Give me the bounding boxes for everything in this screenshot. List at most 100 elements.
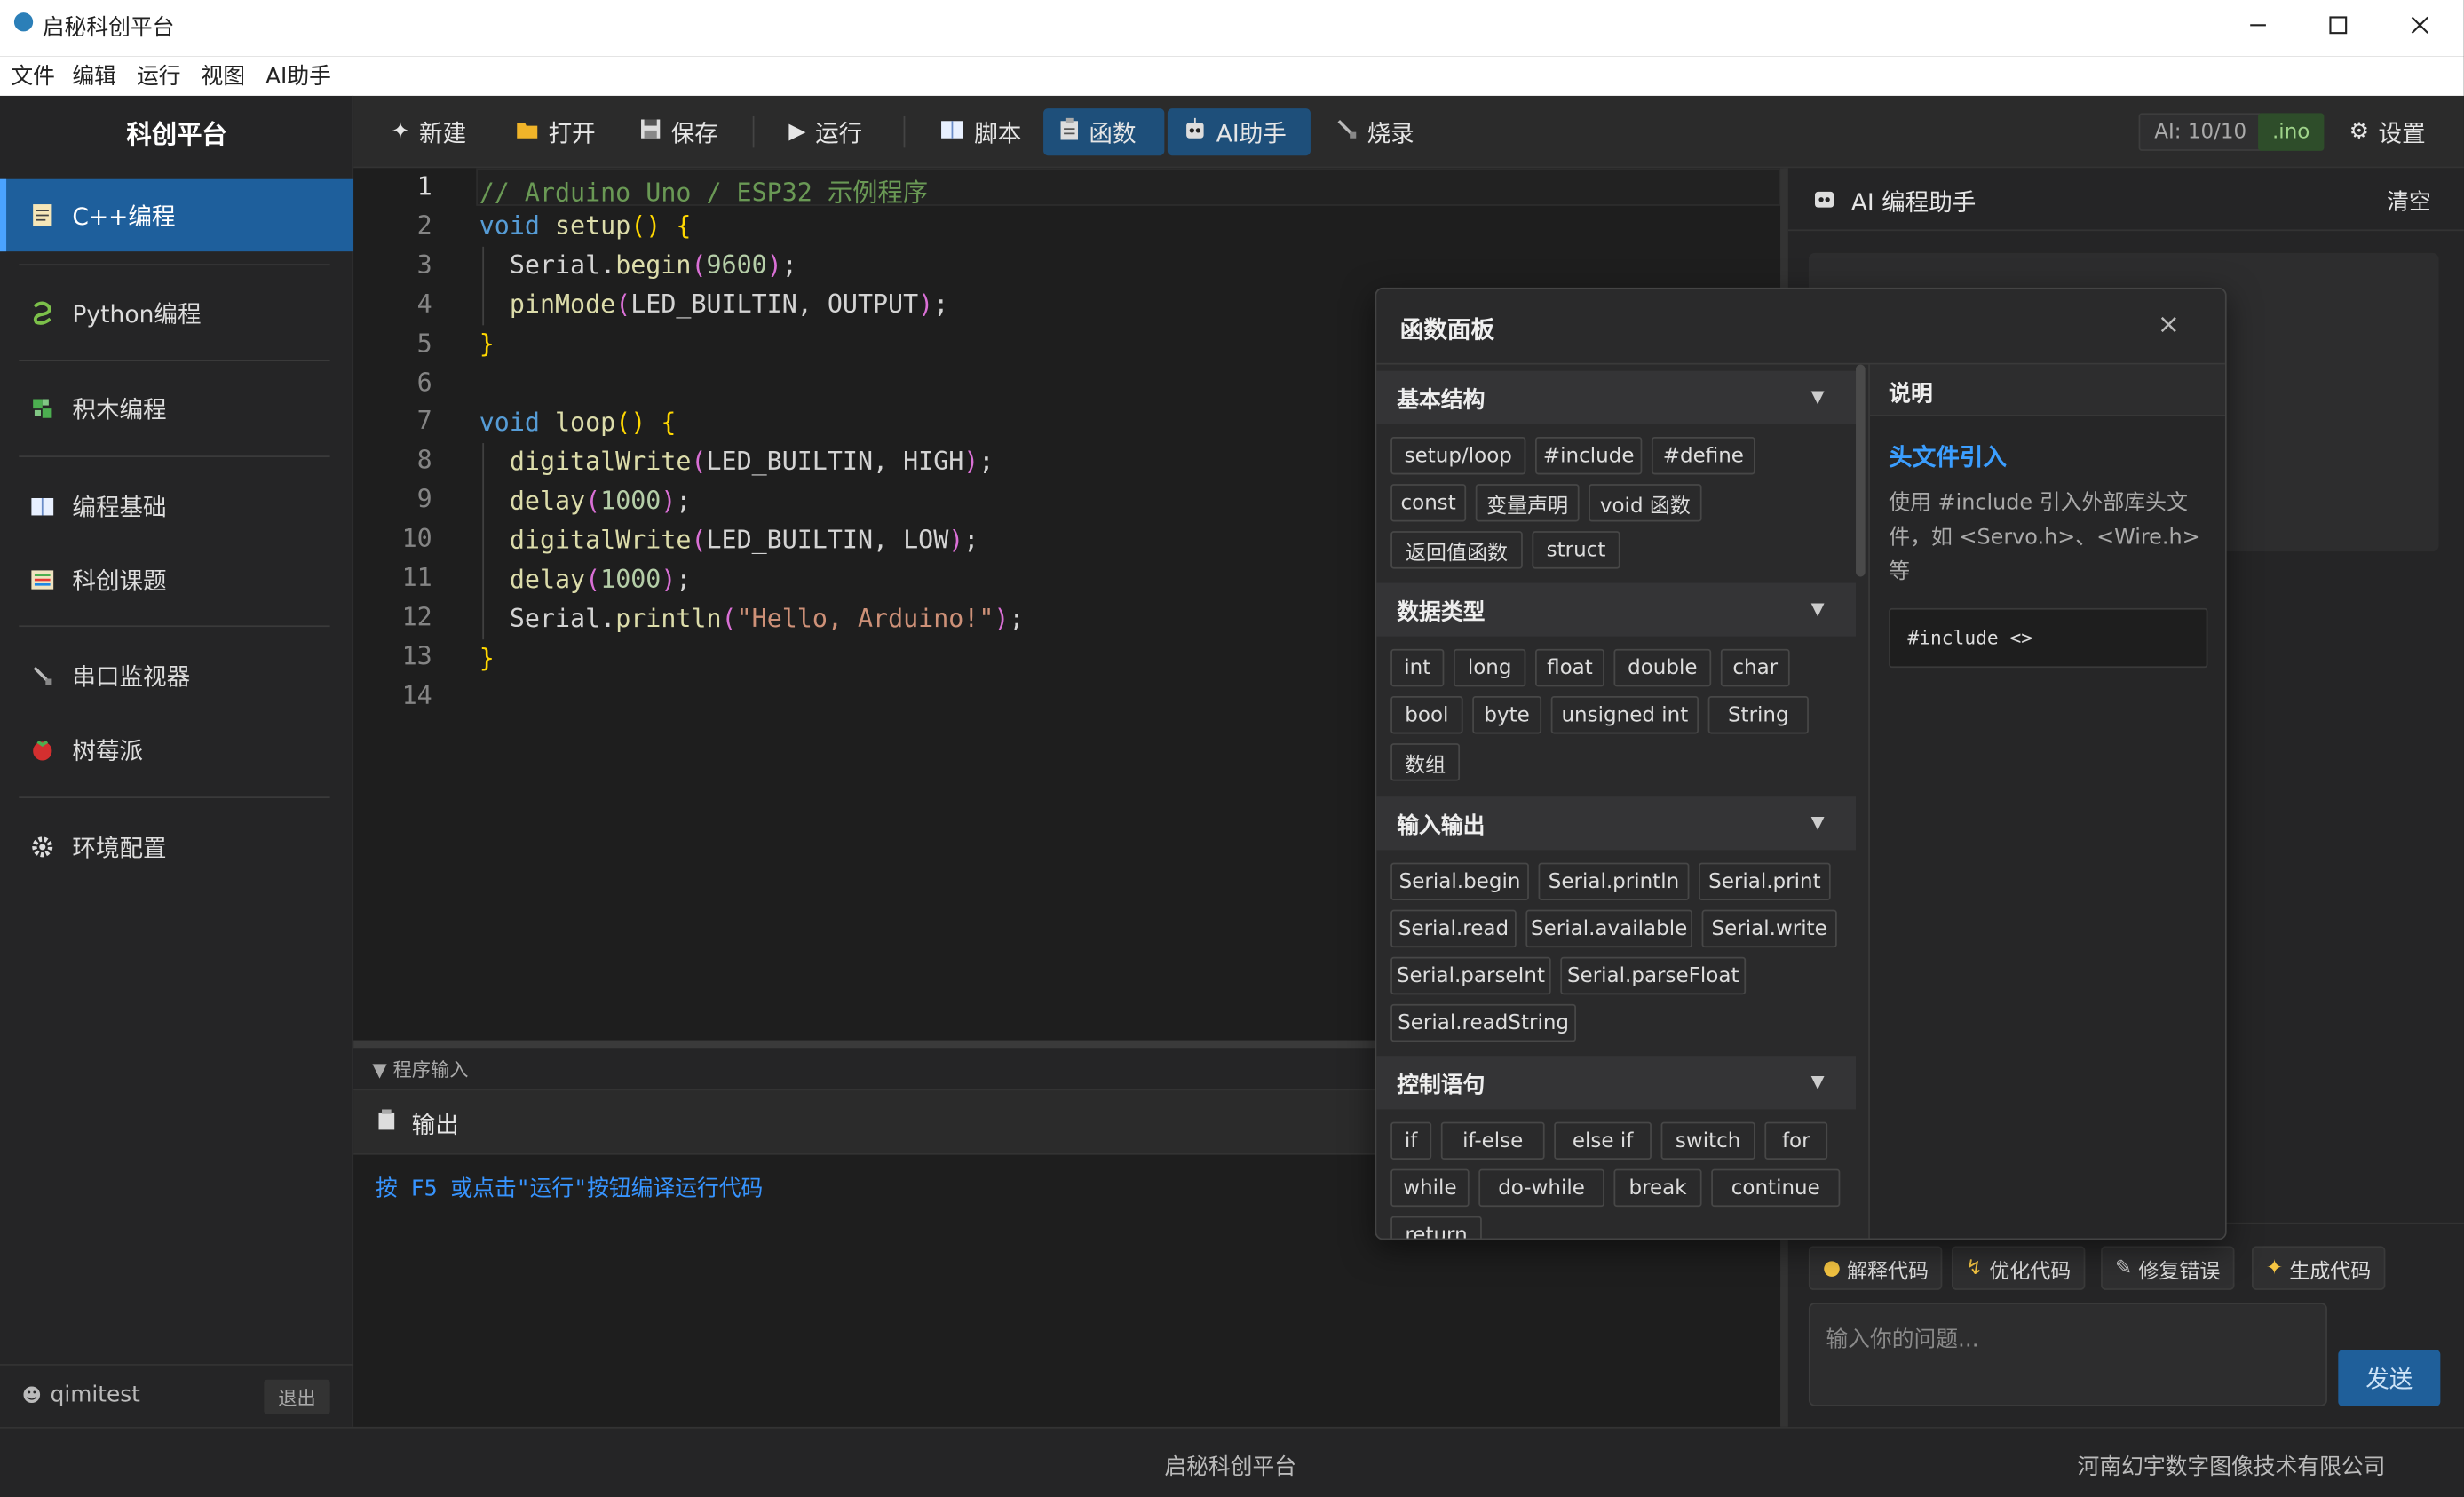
function-chip[interactable]: 变量声明 [1475, 484, 1580, 522]
optimize-code-button[interactable]: ↯ 优化代码 [1951, 1246, 2086, 1290]
script-button[interactable]: 脚本 [924, 108, 1037, 155]
app-icon [13, 12, 34, 32]
function-chip[interactable]: Serial.print [1699, 862, 1831, 901]
function-chip[interactable]: int [1390, 648, 1445, 687]
function-chip[interactable]: 返回值函数 [1390, 531, 1523, 569]
chevron-down-icon: ▼ [1810, 598, 1825, 620]
open-button[interactable]: 打开 [500, 108, 612, 155]
function-chip[interactable]: const [1390, 484, 1467, 522]
category-title: 数据类型 [1397, 600, 1486, 626]
function-chip[interactable]: long [1453, 648, 1526, 687]
send-button[interactable]: 发送 [2338, 1350, 2441, 1406]
function-chip[interactable]: else if [1554, 1121, 1652, 1160]
function-chip[interactable]: if-else [1440, 1121, 1545, 1160]
generate-code-button[interactable]: ✦ 生成代码 [2251, 1246, 2386, 1290]
sidebar-item-serial-monitor[interactable]: 串口监视器 [0, 639, 353, 711]
menu-ai[interactable]: AI助手 [265, 59, 331, 91]
username: qimitest [50, 1382, 140, 1408]
close-panel-button[interactable]: × [2158, 310, 2180, 341]
sidebar-item-label: C++编程 [72, 202, 176, 231]
function-chip[interactable]: unsigned int [1550, 695, 1699, 734]
fix-error-button[interactable]: ✎ 修复错误 [2101, 1246, 2235, 1290]
function-chip[interactable]: 数组 [1390, 743, 1461, 781]
run-button[interactable]: ▶ 运行 [773, 108, 878, 155]
sidebar-item-blocks[interactable]: 积木编程 [0, 372, 353, 444]
scrollbar-thumb[interactable] [1856, 364, 1866, 577]
burn-button[interactable]: 烧录 [1320, 108, 1430, 155]
logout-button[interactable]: 退出 [264, 1379, 330, 1414]
function-chip[interactable]: double [1613, 648, 1712, 687]
function-chip[interactable]: switch [1660, 1121, 1755, 1160]
function-chip[interactable]: break [1613, 1168, 1702, 1208]
user-bar: ☻ qimitest 退出 [0, 1364, 354, 1427]
sidebar-item-env-config[interactable]: 环境配置 [0, 811, 353, 883]
function-chip[interactable]: struct [1532, 531, 1620, 569]
sidebar-item-label: Python编程 [72, 299, 202, 328]
function-chip[interactable]: if [1390, 1121, 1432, 1160]
functions-label: 函数 [1089, 118, 1137, 147]
function-chip[interactable]: return [1390, 1216, 1482, 1239]
sidebar-item-basics[interactable]: 编程基础 [0, 470, 353, 542]
function-chip[interactable]: Serial.write [1701, 909, 1837, 948]
close-window-button[interactable] [2379, 0, 2460, 51]
function-chip[interactable]: Serial.parseInt [1390, 956, 1551, 995]
explain-code-button[interactable]: ● 解释代码 [1808, 1246, 1943, 1290]
code-example[interactable]: #include <> [1889, 607, 2208, 669]
sidebar-item-label: 科创课题 [72, 566, 167, 595]
category-header[interactable]: 输入输出 ▼ [1376, 796, 1857, 851]
minimize-button[interactable] [2217, 0, 2299, 51]
function-chip[interactable]: #include [1534, 436, 1643, 475]
category-header[interactable]: 数据类型 ▼ [1376, 582, 1857, 637]
function-chip[interactable]: Serial.read [1390, 909, 1517, 948]
sidebar-item-cpp[interactable]: C++编程 [0, 178, 354, 252]
menu-file[interactable]: 文件 [11, 59, 55, 91]
menu-view[interactable]: 视图 [202, 59, 246, 91]
function-categories: 基本结构 ▼ setup/loop #include #define const 变量声明 v… [1376, 365, 1857, 1239]
function-chip[interactable]: setup/loop [1390, 436, 1526, 475]
save-button[interactable]: 保存 [624, 108, 734, 155]
function-chip[interactable]: while [1390, 1168, 1470, 1208]
function-chip[interactable]: float [1534, 648, 1604, 687]
category-header[interactable]: 基本结构 ▼ [1376, 370, 1857, 424]
function-chip[interactable]: void 函数 [1589, 484, 1702, 522]
python-icon [28, 298, 57, 327]
new-button[interactable]: ✦ 新建 [376, 108, 482, 155]
function-chip[interactable]: do-while [1478, 1168, 1604, 1208]
function-chip[interactable]: continue [1711, 1168, 1841, 1208]
settings-button[interactable]: ⚙ 设置 [2333, 108, 2441, 155]
function-chip[interactable]: byte [1472, 695, 1542, 734]
function-chip[interactable]: Serial.begin [1390, 862, 1529, 901]
sidebar-item-topics[interactable]: 科创课题 [0, 543, 353, 615]
quick-label: 解释代码 [1847, 1259, 1929, 1283]
sidebar-item-raspberry-pi[interactable]: 树莓派 [0, 713, 353, 785]
toolbar-separator [903, 115, 906, 148]
ai-label: AI助手 [1216, 118, 1287, 147]
function-chip[interactable]: char [1720, 648, 1790, 687]
clear-button[interactable]: 清空 [2387, 186, 2431, 217]
function-chip[interactable]: Serial.parseFloat [1560, 956, 1747, 995]
sidebar-item-python[interactable]: Python编程 [0, 276, 353, 348]
function-chip[interactable]: for [1764, 1121, 1828, 1160]
function-chip[interactable]: Serial.readString [1390, 1003, 1577, 1042]
line-number: 7 [416, 406, 432, 436]
function-chip[interactable]: Serial.available [1525, 909, 1692, 948]
function-chip[interactable]: bool [1390, 695, 1463, 734]
list-icon [28, 566, 57, 594]
function-chip[interactable]: String [1707, 695, 1809, 734]
description-pane: 说明 头文件引入 使用 #include 引入外部库头文件，如 <Servo.h… [1868, 364, 2225, 1239]
maximize-button[interactable] [2297, 0, 2379, 51]
functions-button[interactable]: 函数 [1043, 108, 1165, 156]
menu-edit[interactable]: 编辑 [72, 59, 116, 91]
menu-run[interactable]: 运行 [137, 59, 181, 91]
function-chip[interactable]: Serial.println [1538, 862, 1690, 901]
ai-assistant-button[interactable]: AI助手 [1167, 108, 1311, 156]
user-icon: ☻ [21, 1384, 42, 1406]
ai-question-input[interactable]: 输入你的问题... [1808, 1303, 2327, 1406]
line-number: 9 [416, 484, 432, 515]
category-header[interactable]: 控制语句 ▼ [1376, 1056, 1857, 1110]
line-number: 6 [416, 367, 432, 397]
code-line: Serial.begin(9600); [479, 250, 797, 281]
function-panel: 函数面板 × 基本结构 ▼ setup/loop #include #define con… [1375, 287, 2227, 1240]
function-chip[interactable]: #define [1651, 436, 1755, 475]
code-line: } [479, 642, 495, 673]
